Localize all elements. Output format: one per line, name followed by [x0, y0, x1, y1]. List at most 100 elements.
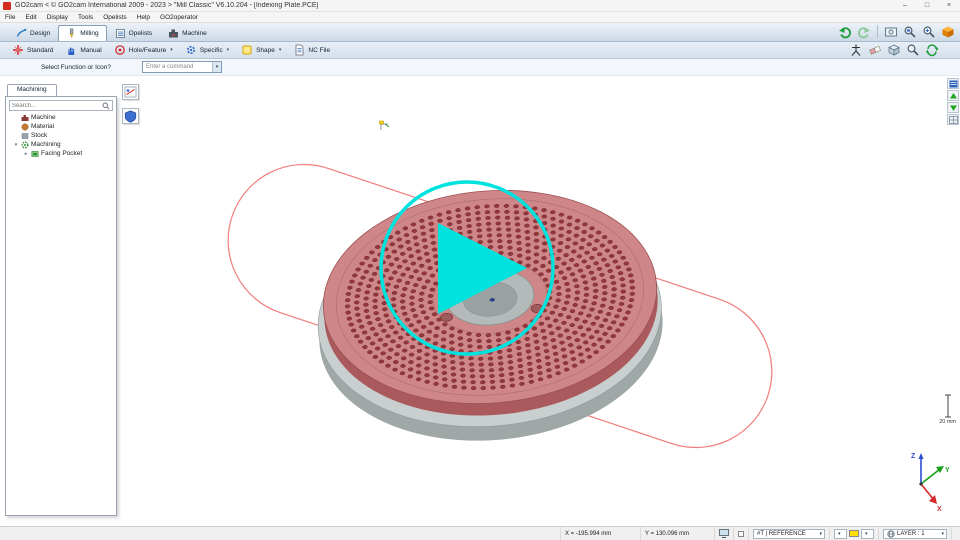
view-manager-button[interactable] — [947, 78, 959, 89]
title-bar: GO2cam < © GO2cam International 2009 - 2… — [0, 0, 960, 12]
zoom-window-button[interactable] — [902, 24, 918, 39]
close-button[interactable]: × — [938, 0, 960, 11]
pan-up-button[interactable] — [947, 90, 959, 101]
tree-item-stock[interactable]: Stock — [6, 131, 116, 140]
shape-button[interactable]: Shape ▾ — [235, 43, 287, 58]
viewport-canvas[interactable]: ZYX — [0, 0, 960, 540]
pan-down-button[interactable] — [947, 102, 959, 113]
x-coordinate: X = -195.994 mm — [560, 527, 640, 540]
zoom-window-icon — [903, 25, 917, 39]
dropdown-arrow-icon: ▾ — [170, 47, 173, 53]
button-label: NC File — [308, 47, 330, 54]
search-input[interactable] — [10, 101, 102, 110]
screen-mode-cell[interactable] — [714, 527, 733, 540]
tab-label: Design — [30, 30, 50, 37]
svg-text:X: X — [937, 506, 942, 513]
linestyle-combobox[interactable]: ▾ — [834, 529, 847, 539]
milling-icon — [66, 28, 77, 39]
redraw-icon — [925, 43, 939, 57]
menu-help[interactable]: Help — [132, 14, 155, 21]
tab-machine[interactable]: Machine — [160, 25, 215, 41]
eraser-button[interactable] — [867, 43, 883, 58]
menu-opelists[interactable]: Opelists — [98, 14, 131, 21]
arrow-up-icon — [949, 92, 958, 100]
tab-milling[interactable]: Milling — [58, 25, 106, 41]
shield-icon — [124, 110, 137, 123]
list-views-button[interactable] — [947, 114, 959, 125]
stock-view-button[interactable] — [886, 43, 902, 58]
nc-file-button[interactable]: NC File — [287, 43, 336, 58]
tab-label: Milling — [80, 30, 98, 37]
redo-button[interactable] — [856, 24, 872, 39]
standard-icon — [12, 44, 24, 56]
clamping-button[interactable] — [122, 108, 139, 124]
machine-icon — [168, 28, 179, 39]
status-spacer — [0, 527, 560, 540]
iso-view-button[interactable] — [940, 24, 956, 39]
panel-tab-machining[interactable]: Machining — [7, 84, 57, 96]
undo-button[interactable] — [837, 24, 853, 39]
zoom-button[interactable] — [921, 24, 937, 39]
hole-feature-button[interactable]: Hole/Feature ▾ — [108, 43, 179, 58]
chevron-down-icon: ▾ — [865, 531, 868, 537]
grid-icon — [949, 116, 958, 124]
maximize-button[interactable]: □ — [916, 0, 938, 11]
redo-icon — [857, 25, 871, 39]
tree-item-facing-pocket[interactable]: ▸ Facing Pocket — [6, 149, 116, 158]
button-label: Manual — [80, 47, 101, 54]
chevron-down-icon: ▾ — [838, 531, 841, 537]
status-end-cell — [951, 527, 960, 540]
snap-toggle-cell[interactable] — [733, 527, 748, 540]
zoom-select-button[interactable] — [905, 43, 921, 58]
panel-icon — [949, 80, 958, 88]
style-cell: ▾ ▾ — [829, 527, 878, 540]
search-box[interactable] — [9, 100, 113, 111]
machine-node-icon — [21, 114, 29, 122]
menu-edit[interactable]: Edit — [20, 14, 41, 21]
color-combobox[interactable]: ▾ — [861, 529, 874, 539]
redraw-button[interactable] — [924, 43, 940, 58]
indexing-plate — [307, 177, 671, 455]
dropdown-arrow-icon: ▾ — [279, 47, 282, 53]
standard-button[interactable]: Standard — [6, 43, 59, 58]
status-bar: X = -195.994 mm Y = 130.096 mm #T | REFE… — [0, 526, 960, 540]
snapshot-button[interactable] — [883, 24, 899, 39]
scale-indicator: 20 mm — [939, 394, 956, 425]
monitor-icon — [719, 529, 729, 538]
layer-combobox[interactable]: LAYER : 1 ▾ — [883, 529, 947, 539]
manual-button[interactable]: Manual — [59, 43, 107, 58]
tree-label: Machining — [31, 141, 61, 148]
tree-label: Stock — [31, 132, 47, 139]
plane-selection-button[interactable] — [122, 84, 139, 100]
menu-go2operator[interactable]: GO2operator — [155, 14, 203, 21]
menu-tools[interactable]: Tools — [73, 14, 98, 21]
button-label: Shape — [256, 47, 275, 54]
tree-item-machine[interactable]: Machine — [6, 113, 116, 122]
menu-file[interactable]: File — [0, 14, 20, 21]
expander-open-icon[interactable]: ▾ — [13, 142, 19, 148]
tree-item-material[interactable]: Material — [6, 122, 116, 131]
probe-button[interactable] — [848, 43, 864, 58]
chevron-down-icon[interactable]: ▾ — [212, 62, 221, 72]
minimize-button[interactable]: – — [894, 0, 916, 11]
tab-design[interactable]: Design — [8, 25, 58, 41]
magnifier-icon — [906, 43, 920, 57]
tree-label: Machine — [31, 114, 56, 121]
tab-opelists[interactable]: Opelists — [107, 25, 160, 41]
tree-item-machining[interactable]: ▾ Machining — [6, 140, 116, 149]
color-swatch[interactable] — [849, 530, 859, 537]
command-combobox[interactable]: Enter a command ▾ — [142, 61, 222, 73]
expander-closed-icon[interactable]: ▸ — [23, 151, 29, 157]
button-label: Standard — [27, 47, 53, 54]
datum-marker — [380, 121, 390, 130]
tree-label: Facing Pocket — [41, 150, 82, 157]
prompt-label: Select Function or Icon? — [20, 64, 132, 71]
reference-combobox[interactable]: #T | REFERENCE ▾ — [753, 529, 825, 539]
chevron-down-icon: ▾ — [819, 531, 822, 537]
checkbox-icon[interactable] — [738, 531, 744, 537]
specific-button[interactable]: Specific ▾ — [179, 43, 235, 58]
stock-cube-icon — [887, 43, 901, 57]
opelists-icon — [115, 28, 126, 39]
menu-display[interactable]: Display — [42, 14, 73, 21]
svg-text:Y: Y — [945, 467, 950, 474]
